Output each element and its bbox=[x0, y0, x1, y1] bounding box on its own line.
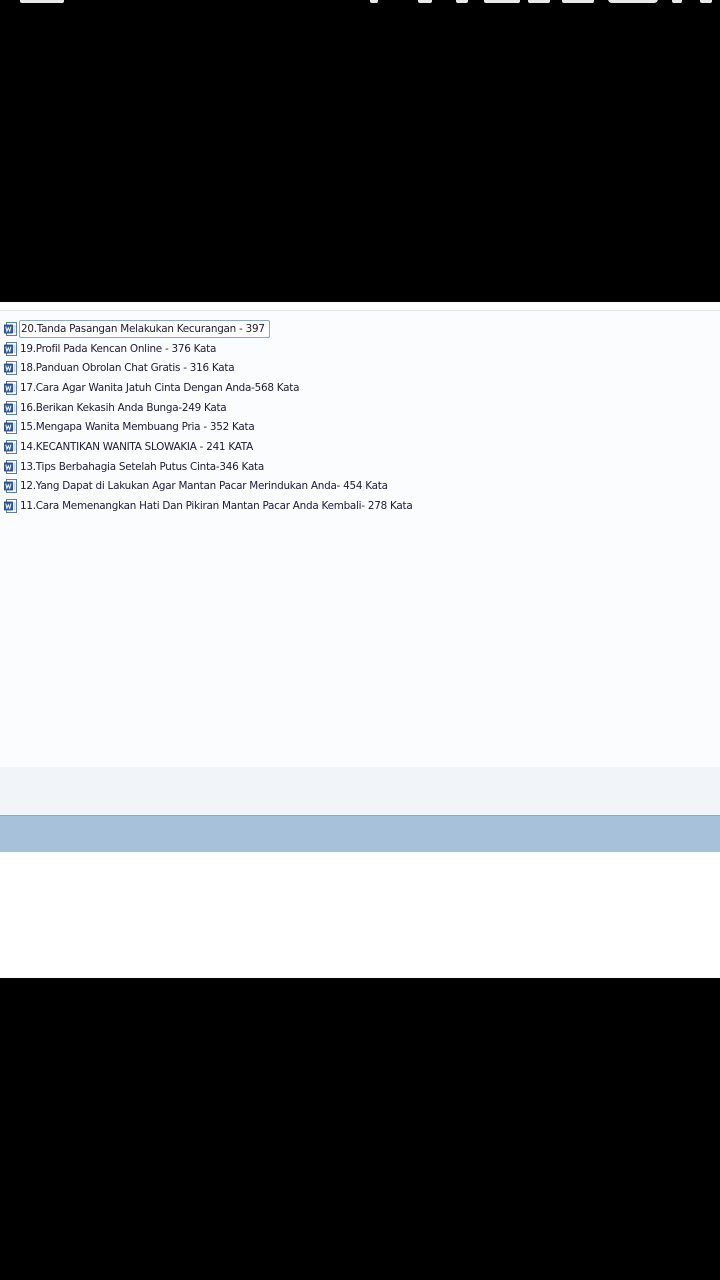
status-extra-icon-2 bbox=[700, 0, 712, 3]
file-name: 17.Cara Agar Wanita Jatuh Cinta Dengan A… bbox=[20, 381, 300, 394]
file-item[interactable]: 18.Panduan Obrolan Chat Gratis - 316 Kat… bbox=[4, 358, 412, 378]
file-name: 12.Yang Dapat di Lakukan Agar Mantan Pac… bbox=[20, 480, 388, 493]
signal-strength-icon bbox=[484, 0, 520, 3]
wifi-icon bbox=[418, 0, 432, 3]
status-bar bbox=[0, 0, 720, 10]
file-item[interactable]: 15.Mengapa Wanita Membuang Pria - 352 Ka… bbox=[4, 417, 412, 437]
word-document-icon bbox=[4, 439, 17, 454]
file-item[interactable]: 17.Cara Agar Wanita Jatuh Cinta Dengan A… bbox=[4, 378, 412, 398]
signal-strength-icon-2 bbox=[562, 0, 594, 3]
file-name: 19.Profil Pada Kencan Online - 376 Kata bbox=[20, 342, 217, 355]
file-item[interactable]: 11.Cara Memenangkan Hati Dan Pikiran Man… bbox=[4, 496, 413, 516]
file-item[interactable]: 13.Tips Berbahagia Setelah Putus Cinta-3… bbox=[4, 457, 412, 477]
word-document-icon bbox=[4, 321, 17, 336]
file-item[interactable]: 16.Berikan Kekasih Anda Bunga-249 Kata bbox=[4, 398, 412, 418]
word-document-icon bbox=[4, 420, 17, 435]
word-document-icon bbox=[4, 459, 17, 474]
word-document-icon bbox=[4, 479, 17, 494]
file-item[interactable]: 12.Yang Dapat di Lakukan Agar Mantan Pac… bbox=[4, 477, 412, 497]
file-name: 18.Panduan Obrolan Chat Gratis - 316 Kat… bbox=[20, 362, 235, 375]
file-explorer-panel: 20.Tanda Pasangan Melakukan Kecurangan -… bbox=[0, 310, 720, 768]
word-document-icon bbox=[4, 400, 17, 415]
file-item[interactable]: 20.Tanda Pasangan Melakukan Kecurangan -… bbox=[4, 319, 412, 339]
screenshot-content: 20.Tanda Pasangan Melakukan Kecurangan -… bbox=[0, 302, 720, 978]
network-type-icon bbox=[528, 0, 550, 3]
file-item[interactable]: 19.Profil Pada Kencan Online - 376 Kata bbox=[4, 339, 412, 359]
battery-icon bbox=[608, 0, 658, 3]
file-name: 20.Tanda Pasangan Melakukan Kecurangan -… bbox=[19, 319, 270, 338]
file-name: 11.Cara Memenangkan Hati Dan Pikiran Man… bbox=[20, 500, 413, 513]
file-item[interactable]: 14.KECANTIKAN WANITA SLOWAKIA - 241 KATA bbox=[4, 437, 412, 457]
details-pane bbox=[0, 767, 720, 816]
status-clock-fragment bbox=[20, 0, 64, 3]
file-name: 13.Tips Berbahagia Setelah Putus Cinta-3… bbox=[20, 460, 264, 473]
phone-screen: 20.Tanda Pasangan Melakukan Kecurangan -… bbox=[0, 0, 720, 1280]
word-document-icon bbox=[4, 380, 17, 395]
status-extra-icon bbox=[672, 0, 682, 3]
bluetooth-icon bbox=[456, 0, 468, 3]
file-list: 20.Tanda Pasangan Melakukan Kecurangan -… bbox=[4, 319, 413, 516]
word-document-icon bbox=[4, 361, 17, 376]
file-name: 16.Berikan Kekasih Anda Bunga-249 Kata bbox=[20, 401, 227, 414]
word-document-icon bbox=[4, 341, 17, 356]
taskbar-strip bbox=[0, 816, 720, 852]
file-name: 15.Mengapa Wanita Membuang Pria - 352 Ka… bbox=[20, 421, 255, 434]
file-name: 14.KECANTIKAN WANITA SLOWAKIA - 241 KATA bbox=[20, 440, 253, 453]
alarm-icon bbox=[370, 0, 378, 3]
word-document-icon bbox=[4, 499, 17, 514]
